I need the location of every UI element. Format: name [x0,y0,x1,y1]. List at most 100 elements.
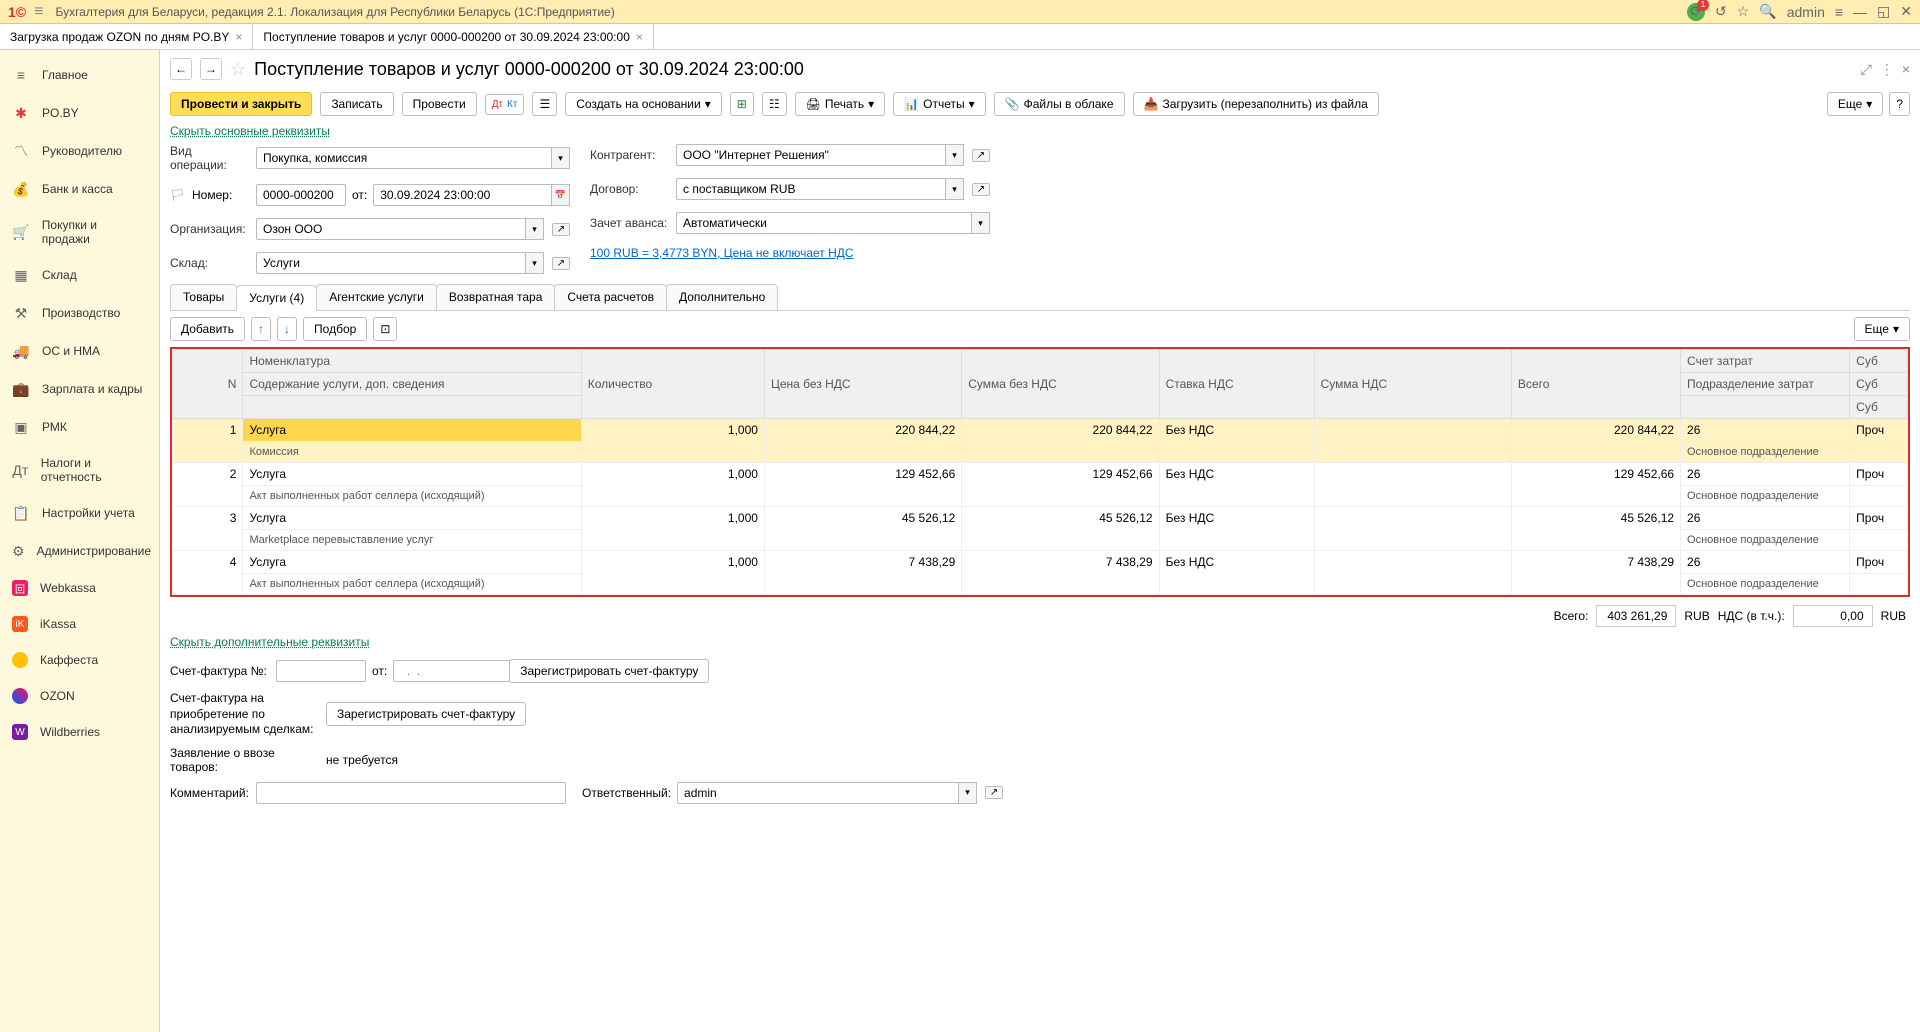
cell-desc[interactable]: Комиссия [243,442,581,463]
dropdown-icon[interactable]: ▾ [972,212,990,234]
col-rate[interactable]: Ставка НДС [1159,350,1314,419]
sklad-input[interactable] [256,252,526,274]
op-type-input[interactable] [256,147,552,169]
sidebar-item-purchases[interactable]: 🛒Покупки и продажи [0,208,159,256]
col-sub2[interactable]: Суб [1850,373,1908,396]
dropdown-icon[interactable]: ▾ [526,218,544,240]
resp-input[interactable] [677,782,959,804]
cell-dept[interactable]: Основное подразделение [1681,574,1850,595]
cell-sub2[interactable] [1850,486,1908,507]
move-up-button[interactable]: ↑ [251,317,271,341]
services-table[interactable]: N Номенклатура Количество Цена без НДС С… [172,349,1908,595]
cell-vat[interactable] [1314,463,1511,507]
cell-qty[interactable]: 1,000 [581,419,764,463]
sidebar-item-main[interactable]: ≡Главное [0,56,159,94]
cell-qty[interactable]: 1,000 [581,551,764,595]
col-account[interactable]: Счет затрат [1681,350,1850,373]
hide-main-link[interactable]: Скрыть основные реквизиты [170,124,330,138]
minimize-icon[interactable]: — [1853,4,1867,20]
sidebar-item-production[interactable]: ⚒Производство [0,294,159,332]
write-button[interactable]: Записать [320,92,393,116]
files-cloud-button[interactable]: 📎 Файлы в облаке [994,92,1125,116]
post-button[interactable]: Провести [402,92,477,116]
help-button[interactable]: ? [1889,92,1910,116]
cell-sub[interactable]: Проч [1850,463,1908,486]
cell-price[interactable]: 129 452,66 [764,463,961,507]
cell-nom[interactable]: Услуга [243,507,581,530]
tab-extra[interactable]: Дополнительно [666,284,778,310]
menu-icon[interactable]: ≡ [34,3,43,21]
cell-account[interactable]: 26 [1681,551,1850,574]
cell-account[interactable]: 26 [1681,419,1850,442]
table-row[interactable]: 3 Услуга 1,000 45 526,12 45 526,12 Без Н… [173,507,1908,530]
cell-n[interactable]: 2 [173,463,243,507]
notification-badge[interactable]: ⟳ [1687,3,1705,21]
sidebar-item-poby[interactable]: ✱PO.BY [0,94,159,132]
col-qty[interactable]: Количество [581,350,764,419]
close-panel-icon[interactable]: × [1902,61,1910,78]
cell-sub2[interactable] [1850,530,1908,551]
cell-account[interactable]: 26 [1681,507,1850,530]
cell-price[interactable]: 45 526,12 [764,507,961,551]
sidebar-item-os-nma[interactable]: 🚚ОС и НМА [0,332,159,370]
sidebar-item-taxes[interactable]: ДтНалоги и отчетность [0,446,159,494]
cell-account[interactable]: 26 [1681,463,1850,486]
cell-total[interactable]: 220 844,22 [1511,419,1680,463]
tab-accounts[interactable]: Счета расчетов [554,284,667,310]
table-row[interactable]: 4 Услуга 1,000 7 438,29 7 438,29 Без НДС… [173,551,1908,574]
col-sum[interactable]: Сумма без НДС [962,350,1159,419]
nav-forward-button[interactable]: → [200,58,222,80]
cell-desc[interactable]: Акт выполненных работ селлера (исходящий… [243,574,581,595]
cell-n[interactable]: 1 [173,419,243,463]
cell-n[interactable]: 3 [173,507,243,551]
cell-vat[interactable] [1314,419,1511,463]
cell-rate[interactable]: Без НДС [1159,463,1314,507]
cell-qty[interactable]: 1,000 [581,463,764,507]
tab-return-tara[interactable]: Возвратная тара [436,284,556,310]
register-sf2-button[interactable]: Зарегистрировать счет-фактуру [326,702,526,726]
help-toolbar-icon[interactable]: ⋮ [1880,61,1894,78]
nav-back-button[interactable]: ← [170,58,192,80]
col-price[interactable]: Цена без НДС [764,350,961,419]
tab-goods[interactable]: Товары [170,284,237,310]
post-close-button[interactable]: Провести и закрыть [170,92,312,116]
settings-icon[interactable]: ≡ [1835,4,1843,20]
cell-nom[interactable]: Услуга [243,463,581,486]
cell-sub[interactable]: Проч [1850,507,1908,530]
cell-sum[interactable]: 7 438,29 [962,551,1159,595]
cell-rate[interactable]: Без НДС [1159,419,1314,463]
cell-n[interactable]: 4 [173,551,243,595]
col-dept[interactable]: Подразделение затрат [1681,373,1850,396]
dropdown-icon[interactable]: ▾ [526,252,544,274]
tab-close-icon[interactable]: × [636,30,643,44]
tab-services[interactable]: Услуги (4) [236,285,317,311]
open-ref-icon[interactable]: ↗ [552,223,570,236]
dropdown-icon[interactable]: ▾ [552,147,570,169]
cell-qty[interactable]: 1,000 [581,507,764,551]
rate-link[interactable]: 100 RUB = 3,4773 BYN, Цена не включает Н… [590,246,854,260]
sidebar-item-settings[interactable]: 📋Настройки учета [0,494,159,532]
sidebar-item-admin[interactable]: ⚙Администрирование [0,532,159,570]
dropdown-icon[interactable]: ▾ [946,178,964,200]
dogovor-input[interactable] [676,178,946,200]
cell-price[interactable]: 7 438,29 [764,551,961,595]
col-total[interactable]: Всего [1511,350,1680,419]
cell-nom[interactable]: Услуга [243,551,581,574]
link-icon[interactable]: ⤢ [1861,61,1872,78]
more-button[interactable]: Еще ▾ [1827,92,1883,116]
favorite-star-icon[interactable]: ☆ [230,59,246,80]
number-input[interactable] [256,184,346,206]
sidebar-item-ikassa[interactable]: iKiKassa [0,606,159,642]
search-icon[interactable]: 🔍 [1759,3,1776,20]
print-button[interactable]: 🖨 Печать ▾ [795,92,886,116]
col-vat[interactable]: Сумма НДС [1314,350,1511,419]
dt-kt-button[interactable]: ДтКт [485,94,525,115]
open-ref-icon[interactable]: ↗ [552,257,570,270]
cell-desc[interactable]: Акт выполненных работ селлера (исходящий… [243,486,581,507]
cell-total[interactable]: 7 438,29 [1511,551,1680,595]
open-ref-icon[interactable]: ↗ [972,183,990,196]
cell-sum[interactable]: 220 844,22 [962,419,1159,463]
add-row-button[interactable]: Добавить [170,317,245,341]
sidebar-item-rmk[interactable]: ▣РМК [0,408,159,446]
dropdown-icon[interactable]: ▾ [946,144,964,166]
